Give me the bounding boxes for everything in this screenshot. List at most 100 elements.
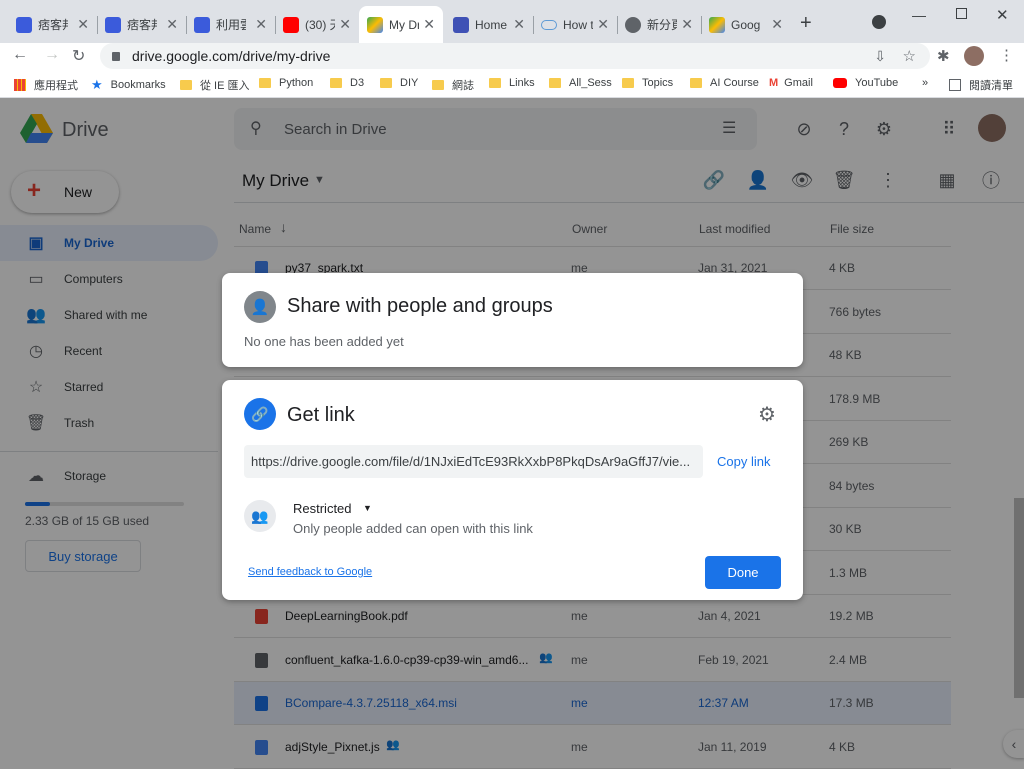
folder-icon [622,78,634,88]
back-icon[interactable]: ← [12,46,28,64]
tab-title: (30) 天 [305,18,335,32]
close-icon[interactable]: ✕ [255,16,267,33]
bookmark-item[interactable]: DIY [380,77,418,89]
maximize-icon[interactable] [956,8,967,19]
browser-tab[interactable]: Googl ✕ [701,6,791,43]
share-dialog: 👤 Share with people and groups No one ha… [222,273,803,367]
browser-tab[interactable]: 痞客邦 ✕ [8,6,97,43]
bookmark-label: Links [509,77,535,89]
bookmark-item[interactable]: Links [489,77,535,89]
link-icon: 🔗 [244,398,276,430]
bookmark-item[interactable]: Topics [622,77,673,89]
tab-title: 利用雲 [216,18,246,32]
bookmark-label: Topics [642,77,674,89]
folder-icon [380,78,392,88]
close-icon[interactable]: ✕ [77,16,89,33]
cloud-icon [541,19,557,30]
tab-favicon-icon [194,16,210,33]
tab-strip: 痞客邦 ✕ 痞客邦 ✕ 利用雲 ✕ (30) 天 ✕ My Dri ✕ Home ✕ How… [0,0,1024,43]
menu-icon[interactable]: ⋮ [999,46,1014,64]
copy-link-button[interactable]: Copy link [717,454,770,469]
bookmark-gmail[interactable]: M Gmail [769,77,813,89]
browser-tab-active[interactable]: My Dri ✕ [359,6,443,43]
bookmark-item[interactable]: Python [259,77,313,89]
share-dialog-subtitle: No one has been added yet [244,334,404,349]
tab-title: 痞客邦 [127,18,157,32]
tab-title: Googl [731,17,761,32]
close-icon[interactable]: ✕ [513,16,525,33]
bookmark-item[interactable]: D3 [330,77,364,89]
browser-tab[interactable]: 新分頁 ✕ [617,6,701,43]
close-icon[interactable]: ✕ [771,16,783,33]
folder-icon [259,78,271,88]
bookmarks-bar: 應用程式 ★ Bookmarks 從 IE 匯入 Python D3 DIY 網誌… [0,72,1024,98]
close-window-icon[interactable]: ✕ [996,6,1009,24]
bookmark-item[interactable]: 從 IE 匯入 [180,77,250,93]
bookmark-item[interactable]: All_Sess [549,77,612,89]
forward-icon[interactable]: → [44,46,60,64]
access-description: Only people added can open with this lin… [293,521,533,536]
group-icon: 👥 [244,500,276,532]
get-link-title: Get link [287,404,355,426]
close-icon[interactable]: ✕ [597,16,609,33]
bookmark-label: 網誌 [452,80,474,92]
close-icon[interactable]: ✕ [423,16,435,33]
feedback-link[interactable]: Send feedback to Google [248,566,372,578]
chrome-icon [625,16,641,33]
folder-icon [432,80,444,90]
bookmark-label: Python [279,77,314,89]
tab-favicon-icon [105,16,121,33]
folder-icon [549,78,561,88]
profile-avatar[interactable] [964,46,984,66]
close-icon[interactable]: ✕ [166,16,178,33]
gmail-icon: M [769,77,779,89]
minimize-icon[interactable]: — [912,7,926,23]
browser-tab[interactable]: 利用雲 ✕ [186,6,275,43]
close-icon[interactable]: ✕ [681,16,693,33]
bookmark-apps[interactable]: 應用程式 [14,77,78,93]
bookmark-item[interactable]: AI Course [690,77,759,89]
address-bar[interactable]: drive.google.com/drive/my-drive ⇩ ☆ [100,43,930,69]
browser-tab[interactable]: How t ✕ [533,6,617,43]
drive-favicon-icon [367,16,383,33]
youtube-icon [833,78,847,88]
star-icon: ★ [91,77,103,92]
tab-title: 新分頁 [647,18,677,32]
bookmark-item[interactable]: 網誌 [432,77,474,93]
bookmark-label: 應用程式 [34,80,78,92]
toolbar: ← → ↻ drive.google.com/drive/my-drive ⇩ … [0,43,1024,72]
bookmark-item[interactable]: ★ Bookmarks [91,77,166,93]
tab-favicon-icon [16,16,32,33]
reading-list[interactable]: 閱讀清單 [949,77,1013,93]
reading-list-icon [949,79,961,91]
caret-down-icon[interactable]: ▼ [363,503,372,513]
browser-tab[interactable]: Home ✕ [445,6,533,43]
bookmark-youtube[interactable]: YouTube [833,77,898,89]
reading-list-label: 閱讀清單 [969,80,1013,92]
browser-tab[interactable]: (30) 天 ✕ [275,6,359,43]
drive-favicon-icon [709,16,725,33]
folder-icon [330,78,342,88]
access-dropdown[interactable]: Restricted [293,501,352,516]
star-icon[interactable]: ☆ [903,47,916,65]
close-icon[interactable]: ✕ [339,16,351,33]
tab-favicon-icon [453,16,469,33]
reload-icon[interactable]: ↻ [72,46,85,66]
share-link-field[interactable]: https://drive.google.com/file/d/1NJxiEdT… [244,445,703,478]
new-tab-icon[interactable]: + [800,12,812,35]
install-icon[interactable]: ⇩ [874,48,886,65]
tab-title: Home [475,17,508,32]
lock-icon [112,51,120,61]
extensions-icon[interactable]: ✱ [937,47,950,65]
folder-icon [180,80,192,90]
done-button[interactable]: Done [705,556,781,589]
bookmark-label: AI Course [710,77,759,89]
url-text: drive.google.com/drive/my-drive [132,48,331,64]
link-settings-gear-icon[interactable]: ⚙ [758,402,776,427]
tab-search-icon[interactable] [872,15,886,29]
bookmarks-more-icon[interactable]: » [922,77,928,89]
tab-title: How t [563,17,593,32]
bookmark-label: Gmail [784,77,813,89]
browser-tab[interactable]: 痞客邦 ✕ [97,6,186,43]
folder-icon [489,78,501,88]
